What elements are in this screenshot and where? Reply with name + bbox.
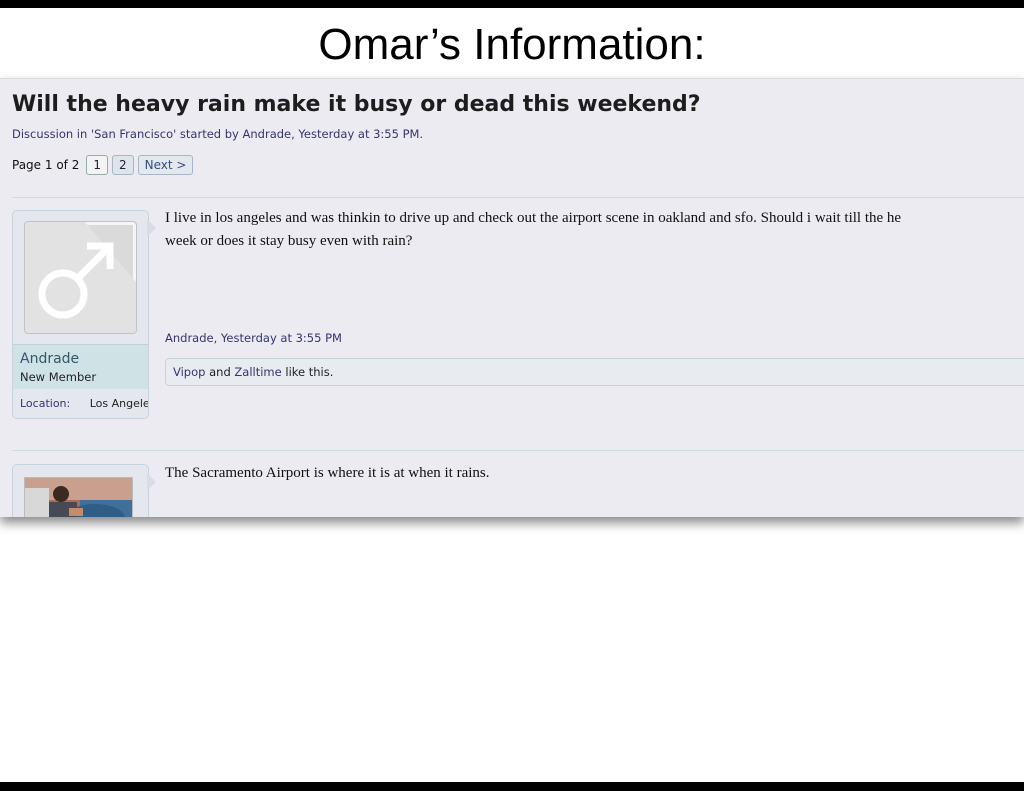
username-link[interactable]: Andrade <box>20 351 79 367</box>
message-line: I live in los angeles and was thinkin to… <box>165 210 902 226</box>
user-info-panel: Andrade New Member Location: Los Angeles <box>12 210 149 419</box>
message-line: The Sacramento Airport is where it is at… <box>165 465 490 481</box>
message-pointer <box>147 219 156 237</box>
forum-screenshot: Will the heavy rain make it busy or dead… <box>0 78 1024 517</box>
thread-meta: Discussion in 'San Francisco' started by… <box>12 127 424 141</box>
next-page-button[interactable]: Next > <box>137 155 194 175</box>
post-meta-link[interactable]: Andrade, Yesterday at 3:55 PM <box>165 331 342 345</box>
likes-suffix: like this. <box>285 365 334 379</box>
liker-link[interactable]: Zalltime <box>234 365 281 379</box>
presentation-slide: Omar’s Information: Will the heavy rain … <box>0 8 1024 782</box>
location-label: Location: <box>20 397 71 410</box>
page-label: Page 1 of 2 <box>12 158 80 172</box>
post-message: I live in los angeles and was thinkin to… <box>165 207 901 253</box>
liker-link[interactable]: Vipop <box>173 365 205 379</box>
message-line: week or does it stay busy even with rain… <box>165 233 413 249</box>
user-title: New Member <box>20 370 97 384</box>
likes-bar: Vipop and Zalltime like this. <box>165 358 1024 386</box>
avatar[interactable] <box>24 221 137 334</box>
slide-title: Omar’s Information: <box>318 20 706 69</box>
location-value: Los Angeles <box>89 397 149 410</box>
page-2-button[interactable]: 2 <box>111 155 134 175</box>
thread-title: Will the heavy rain make it busy or dead… <box>12 92 701 117</box>
user-info-panel <box>12 464 149 517</box>
divider <box>12 197 1024 198</box>
post-message: The Sacramento Airport is where it is at… <box>165 462 490 485</box>
username-block: Andrade New Member <box>13 344 148 389</box>
user-location: Location: Los Angeles <box>20 397 149 410</box>
avatar[interactable] <box>24 477 133 517</box>
user-photo-icon <box>25 478 132 517</box>
page-1-button[interactable]: 1 <box>86 155 108 175</box>
likes-text: Vipop and Zalltime like this. <box>173 365 333 379</box>
message-pointer <box>147 473 156 491</box>
divider <box>12 450 1024 451</box>
male-symbol-icon <box>25 222 136 333</box>
pagination: Page 1 of 2 1 2 Next > <box>12 155 194 175</box>
likes-and: and <box>209 365 231 379</box>
